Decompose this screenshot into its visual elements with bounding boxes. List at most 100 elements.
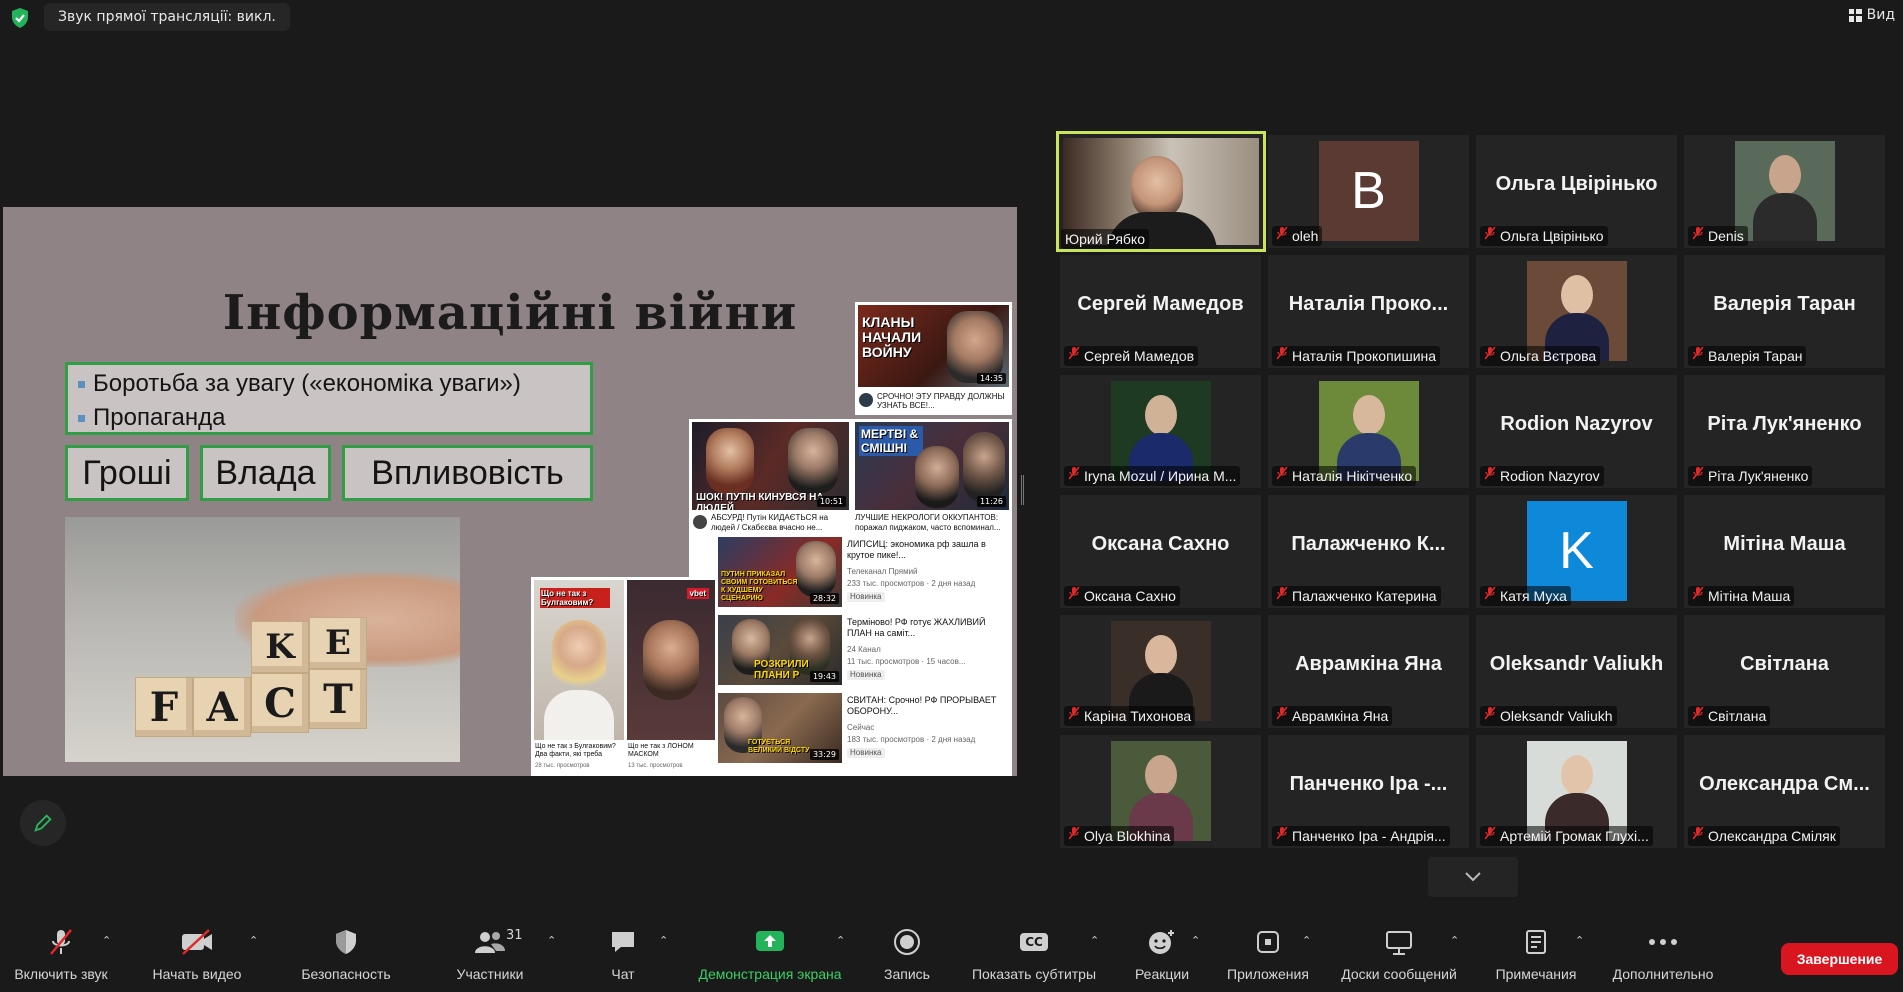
participant-name-label: Наталія Нікітченко (1272, 466, 1417, 486)
yt-screenshot-2: ШОК! ПУТІН КИНУВСЯ НА ЛЮДЕЙ 10:51 АБСУРД… (689, 419, 1012, 776)
bullet-dot-icon (78, 380, 85, 388)
participant-name-label: Юрий Рябко (1061, 229, 1150, 249)
participant-tile[interactable]: Валерія Таран Валерія Таран (1684, 255, 1885, 368)
participants-options-caret-icon[interactable]: ⌃ (547, 934, 556, 947)
participant-tile[interactable]: Оксана Сахно Оксана Сахно (1060, 495, 1261, 608)
reactions-options-caret-icon[interactable]: ⌃ (1191, 934, 1200, 947)
participant-tile[interactable]: Boleh (1268, 135, 1469, 248)
body-shape (544, 690, 614, 740)
stream-audio-status[interactable]: Звук прямої трансляції: викл. (44, 3, 290, 31)
participant-label-text: Наталія Нікітченко (1292, 468, 1413, 484)
notes-options-caret-icon[interactable]: ⌃ (1575, 934, 1584, 947)
annotate-button[interactable] (20, 800, 66, 846)
participant-name-label: Олександра Сміляк (1688, 826, 1840, 846)
participant-tile[interactable]: Олександра См... Олександра Сміляк (1684, 735, 1885, 848)
encryption-shield-icon[interactable] (8, 6, 32, 30)
chat-button[interactable]: Чат (590, 922, 656, 992)
participant-tile[interactable]: Наталія Проко... Наталія Прокопишина (1268, 255, 1469, 368)
participant-tile[interactable]: Ольга Вєтрова (1476, 255, 1677, 368)
chat-options-caret-icon[interactable]: ⌃ (659, 934, 668, 947)
keyword-box: Гроші (65, 445, 189, 501)
participant-tile[interactable]: Світлана Світлана (1684, 615, 1885, 728)
view-button[interactable]: Вид (1848, 7, 1895, 23)
view-grid-icon (1848, 8, 1862, 22)
participant-tile[interactable]: Oleksandr Valiukh Oleksandr Valiukh (1476, 615, 1677, 728)
short-thumbnail: Що не так з Булгаковим? (534, 580, 624, 740)
participant-name-label: Світлана (1688, 706, 1771, 726)
participant-tile[interactable]: K Катя Муха (1476, 495, 1677, 608)
participant-name-label: Ріта Лук'яненко (1688, 466, 1813, 486)
participant-tile[interactable]: Наталія Нікітченко (1268, 375, 1469, 488)
share-options-caret-icon[interactable]: ⌃ (836, 934, 845, 947)
record-icon (893, 922, 921, 962)
participant-tile[interactable]: Rodion Nazyrov Rodion Nazyrov (1476, 375, 1677, 488)
mic-muted-icon (1276, 346, 1288, 366)
participant-name-label: Аврамкіна Яна (1272, 706, 1393, 726)
captions-options-caret-icon[interactable]: ⌃ (1090, 934, 1099, 947)
participant-tile[interactable]: Iryna Mozul / Ирина М... (1060, 375, 1261, 488)
face-shape (1560, 275, 1593, 315)
reactions-button[interactable]: Реакции (1124, 922, 1200, 992)
mic-muted-icon (1068, 826, 1080, 846)
participant-tile[interactable]: Артемій Громак Глухі... (1476, 735, 1677, 848)
participants-count: 31 (506, 928, 523, 943)
bullet-dot-icon (78, 414, 85, 422)
gallery-next-page-button[interactable] (1428, 857, 1518, 897)
participant-tile[interactable]: Палажченко К... Палажченко Катерина (1268, 495, 1469, 608)
mic-muted-icon (1484, 346, 1496, 366)
participant-tile[interactable]: Сергей Мамедов Сергей Мамедов (1060, 255, 1261, 368)
participant-label-text: Панченко Іра - Андрія... (1292, 828, 1446, 844)
participant-label-text: Юрий Рябко (1065, 231, 1146, 247)
mic-muted-icon (1068, 466, 1080, 486)
face-shape (1560, 755, 1593, 795)
mic-muted-icon (46, 922, 76, 962)
start-video-button[interactable]: Начать видео (140, 922, 254, 992)
yt-screenshot-1: КЛАНЫ НАЧАЛИ ВОЙНУ 14:35 СРОЧНО! ЭТУ ПРА… (855, 302, 1012, 415)
unmute-button[interactable]: Включить звук (6, 922, 116, 992)
participant-name-label: Сергей Мамедов (1064, 346, 1199, 366)
face-shape (706, 428, 754, 494)
face-shape (1352, 395, 1385, 435)
mic-muted-icon (1484, 826, 1496, 846)
participant-tile[interactable]: Панченко Іра -... Панченко Іра - Андрія..… (1268, 735, 1469, 848)
participant-name-label: Панченко Іра - Андрія... (1272, 826, 1450, 846)
mic-muted-icon (1484, 706, 1496, 726)
more-button[interactable]: Дополнительно (1600, 922, 1726, 992)
participant-tile[interactable]: Denis (1684, 135, 1885, 248)
share-screen-icon (754, 922, 786, 962)
people-icon (474, 922, 506, 962)
share-screen-button[interactable]: Демонстрация экрана (688, 922, 852, 992)
participants-button[interactable]: Участники (438, 922, 542, 992)
video-options-caret-icon[interactable]: ⌃ (249, 934, 258, 947)
security-button[interactable]: Безопасность (290, 922, 402, 992)
body-shape (1752, 193, 1817, 241)
show-captions-button[interactable]: CC Показать субтитры (962, 922, 1106, 992)
video-thumbnail: ГОТУЄТЬСЯ ВЕЛИКИЙ ВІДСТУ 33:29 (718, 693, 842, 763)
end-meeting-button[interactable]: Завершение (1781, 943, 1898, 975)
participant-label-text: Olya Blokhina (1084, 828, 1171, 844)
letter-cube: T (309, 669, 367, 729)
participant-tile[interactable]: Ріта Лук'яненко Ріта Лук'яненко (1684, 375, 1885, 488)
face-shape (1768, 155, 1801, 195)
participant-tile[interactable]: Ольга Цвірінько Ольга Цвірінько (1476, 135, 1677, 248)
notes-button[interactable]: Примечания (1472, 922, 1600, 992)
split-resize-handle[interactable] (1021, 475, 1024, 505)
mic-muted-icon (1692, 826, 1704, 846)
whiteboards-button[interactable]: Доски сообщений (1332, 922, 1466, 992)
participant-label-text: Мітіна Маша (1708, 588, 1791, 604)
short-thumbnail: vbet (627, 580, 715, 740)
participant-tile[interactable]: Каріна Тихонова (1060, 615, 1261, 728)
emoji-add-icon (1147, 922, 1177, 962)
whiteboards-options-caret-icon[interactable]: ⌃ (1450, 934, 1459, 947)
participant-tile[interactable]: Olya Blokhina (1060, 735, 1261, 848)
record-button[interactable]: Запись (872, 922, 942, 992)
apps-options-caret-icon[interactable]: ⌃ (1302, 934, 1311, 947)
audio-options-caret-icon[interactable]: ⌃ (102, 934, 111, 947)
apps-button[interactable]: Приложения (1218, 922, 1318, 992)
participant-name-label: Ольга Цвірінько (1480, 226, 1608, 246)
participant-tile[interactable]: Юрий Рябко (1056, 131, 1266, 252)
participant-name-label: Rodion Nazyrov (1480, 466, 1604, 486)
participant-tile[interactable]: Мітіна Маша Мітіна Маша (1684, 495, 1885, 608)
participant-tile[interactable]: Аврамкіна Яна Аврамкіна Яна (1268, 615, 1469, 728)
letter-cube: A (193, 677, 251, 737)
